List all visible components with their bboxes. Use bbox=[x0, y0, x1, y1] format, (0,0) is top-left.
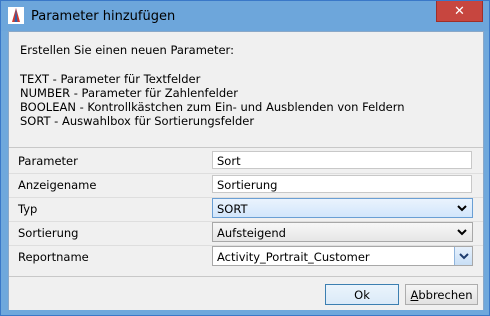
parameter-label: Parameter bbox=[18, 154, 78, 168]
parameter-input[interactable]: Sort bbox=[212, 151, 472, 169]
window-title: Parameter hinzufügen bbox=[31, 9, 176, 24]
row-anzeigename: Anzeigename Sortierung bbox=[9, 173, 483, 197]
anzeigename-label: Anzeigename bbox=[18, 178, 97, 192]
chevron-down-icon bbox=[457, 229, 467, 236]
info-lines: TEXT - Parameter für Textfelder NUMBER -… bbox=[20, 72, 405, 128]
typ-value: SORT bbox=[217, 202, 248, 216]
row-parameter: Parameter Sort bbox=[9, 149, 483, 173]
info-panel: Erstellen Sie einen neuen Parameter: TEX… bbox=[9, 32, 483, 148]
sortierung-select[interactable]: Aufsteigend bbox=[212, 222, 473, 242]
info-line-number: NUMBER - Parameter für Zahlenfelder bbox=[20, 86, 238, 100]
dialog-window: Parameter hinzufügen ✕ Erstellen Sie ein… bbox=[0, 0, 490, 316]
anzeigename-input[interactable]: Sortierung bbox=[212, 175, 472, 193]
reportname-value: Activity_Portrait_Customer bbox=[217, 250, 370, 264]
chevron-down-icon bbox=[459, 253, 469, 260]
reportname-label: Reportname bbox=[18, 250, 89, 264]
close-icon: ✕ bbox=[454, 3, 465, 19]
info-heading: Erstellen Sie einen neuen Parameter: bbox=[20, 43, 234, 57]
dialog-body: Erstellen Sie einen neuen Parameter: TEX… bbox=[8, 31, 484, 310]
info-line-sort: SORT - Auswahlbox für Sortierungsfelder bbox=[20, 114, 255, 128]
app-icon bbox=[8, 7, 24, 24]
cancel-button[interactable]: Abbrechen bbox=[405, 284, 478, 305]
reportname-select[interactable]: Activity_Portrait_Customer bbox=[212, 246, 473, 266]
typ-select[interactable]: SORT bbox=[212, 198, 473, 218]
typ-label: Typ bbox=[18, 202, 38, 216]
cancel-label-rest: bbrechen bbox=[418, 287, 473, 302]
chevron-down-icon bbox=[457, 205, 467, 212]
info-line-text: TEXT - Parameter für Textfelder bbox=[20, 72, 201, 86]
sortierung-label: Sortierung bbox=[18, 226, 79, 240]
dropdown-button[interactable] bbox=[454, 247, 472, 265]
sortierung-value: Aufsteigend bbox=[217, 226, 286, 240]
close-button[interactable]: ✕ bbox=[436, 1, 483, 22]
row-reportname: Reportname Activity_Portrait_Customer bbox=[9, 245, 483, 269]
ok-label: Ok bbox=[354, 287, 370, 302]
row-sortierung: Sortierung Aufsteigend bbox=[9, 221, 483, 245]
ok-button[interactable]: Ok bbox=[325, 284, 399, 305]
info-line-boolean: BOOLEAN - Kontrollkästchen zum Ein- und … bbox=[20, 100, 405, 114]
row-typ: Typ SORT bbox=[9, 197, 483, 221]
cancel-label: Abbrechen bbox=[410, 288, 472, 302]
button-bar: Ok Abbrechen bbox=[9, 276, 483, 310]
title-bar[interactable]: Parameter hinzufügen ✕ bbox=[1, 1, 489, 31]
